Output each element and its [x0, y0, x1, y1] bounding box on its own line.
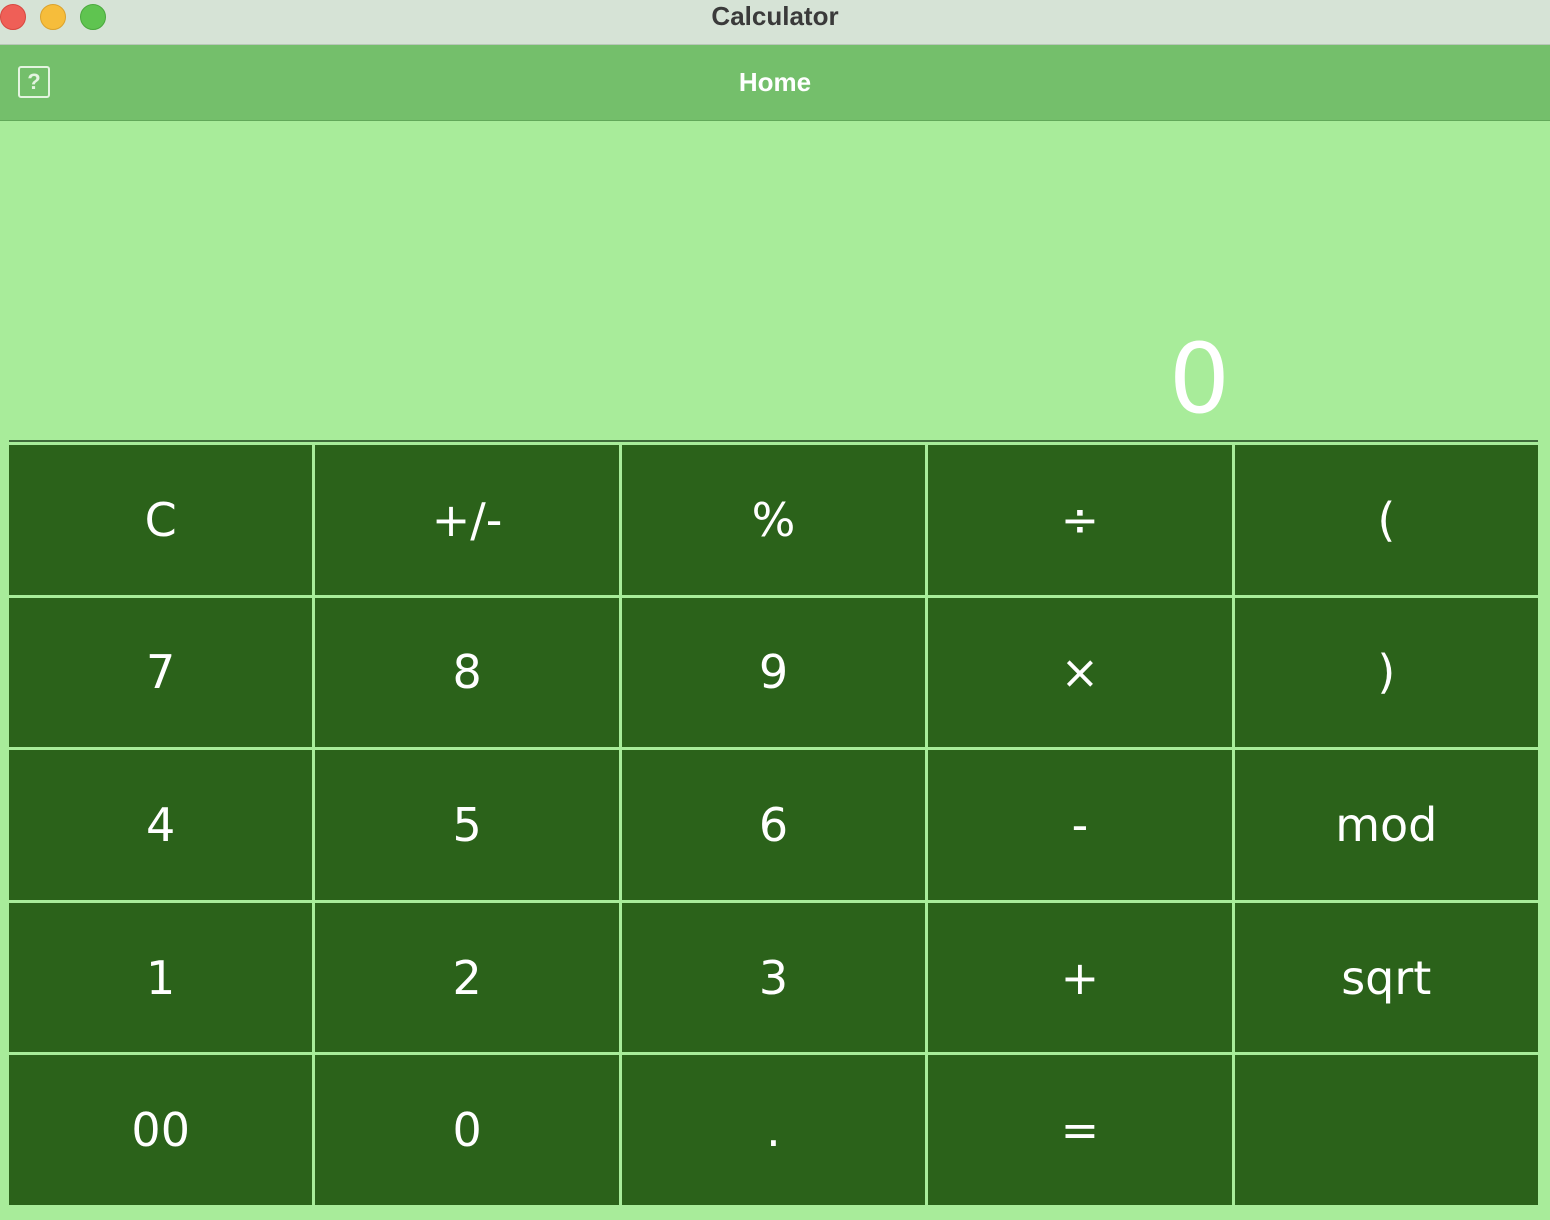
key-6[interactable]: 6	[621, 750, 926, 900]
key-multiply[interactable]: ×	[928, 597, 1232, 748]
keypad: C +/- % ÷ ( 7 8 9 × ) 4 5 6 - mod 1 2 3 …	[9, 445, 1538, 1205]
display-divider	[9, 440, 1538, 442]
key-divide[interactable]: ÷	[928, 445, 1232, 595]
calculator-display: 0	[0, 121, 1550, 441]
key-3[interactable]: 3	[621, 902, 926, 1053]
window-title: Calculator	[711, 1, 839, 31]
title-bar: Calculator	[0, 0, 1550, 45]
calculator-window: Calculator ? Home 0 C +/- % ÷ ( 7 8 9 × …	[0, 0, 1550, 1220]
key-subtract[interactable]: -	[928, 750, 1232, 900]
key-sqrt[interactable]: sqrt	[1234, 902, 1538, 1053]
key-mod[interactable]: mod	[1234, 750, 1538, 900]
key-4[interactable]: 4	[9, 750, 313, 900]
key-7[interactable]: 7	[9, 597, 313, 748]
key-decimal[interactable]: .	[621, 1055, 926, 1205]
key-1[interactable]: 1	[9, 902, 313, 1053]
key-blank[interactable]	[1234, 1055, 1538, 1205]
key-9[interactable]: 9	[621, 597, 926, 748]
key-8[interactable]: 8	[315, 597, 619, 748]
key-0[interactable]: 0	[315, 1055, 619, 1205]
key-add[interactable]: +	[928, 902, 1232, 1053]
page-title: Home	[738, 67, 812, 97]
display-value: 0	[1168, 323, 1230, 435]
app-header: ? Home	[0, 45, 1550, 121]
key-plus-minus[interactable]: +/-	[315, 445, 619, 595]
key-2[interactable]: 2	[315, 902, 619, 1053]
key-equals[interactable]: =	[928, 1055, 1232, 1205]
key-open-paren[interactable]: (	[1234, 445, 1538, 595]
key-close-paren[interactable]: )	[1234, 597, 1538, 748]
key-percent[interactable]: %	[621, 445, 926, 595]
key-5[interactable]: 5	[315, 750, 619, 900]
key-clear[interactable]: C	[9, 445, 313, 595]
key-double-zero[interactable]: 00	[9, 1055, 313, 1205]
